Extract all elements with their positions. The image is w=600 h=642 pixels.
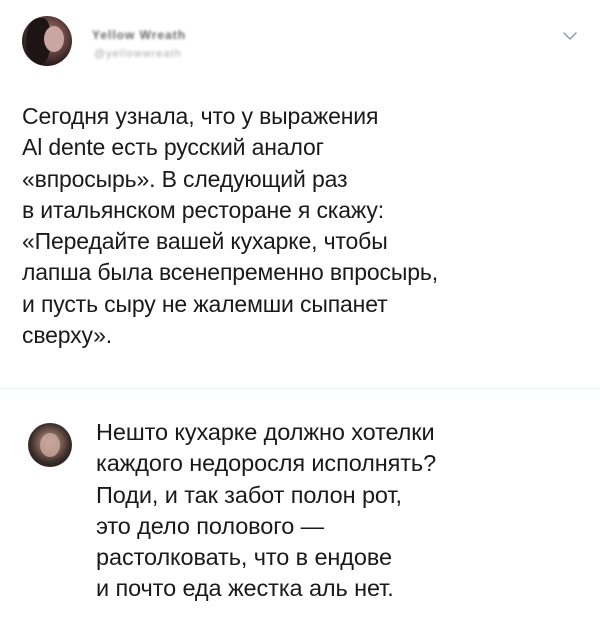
- tweet-text-line: «впросырь». В следующий раз: [22, 165, 348, 192]
- tweet-text-line: Сегодня узнала, что у выражения: [22, 103, 379, 129]
- divider: [0, 388, 600, 389]
- tweet-text-line: сверху».: [22, 322, 113, 349]
- reply-text-line: и почто еда жестка аль нет.: [96, 575, 394, 602]
- author-avatar[interactable]: [22, 16, 72, 66]
- tweet-text: Сегодня узнала, что у выражения Al dente…: [22, 101, 582, 351]
- tweet-text-line: лапша была всенепременно впросырь,: [22, 259, 438, 286]
- reply-text-line: Нешто кухарке должно хотелки: [96, 419, 435, 445]
- tweet-text-line: в итальянском ресторане я скажу:: [22, 196, 384, 223]
- reply-text: Нешто кухарке должно хотелки каждого нед…: [96, 417, 596, 605]
- tweet-header: Yellow Wreath @yellowwreath: [22, 16, 578, 78]
- reply-author-avatar[interactable]: [28, 423, 72, 467]
- tweet-text-line: и пусть сыру не жалемши сыпанет: [22, 290, 388, 317]
- reply-text-line: каждого недоросля исполнять?: [96, 450, 437, 477]
- tweet-text-line: Al dente есть русский аналог: [22, 134, 324, 161]
- chevron-down-icon[interactable]: [562, 30, 578, 42]
- author-handle: @yellowwreath: [94, 48, 182, 60]
- reply-text-line: растолковать, что в ендове: [96, 544, 392, 571]
- tweet-text-line: «Передайте вашей кухарке, чтобы: [22, 228, 388, 255]
- reply-text-line: Поди, и так забот полон рот,: [96, 481, 402, 508]
- author-name[interactable]: Yellow Wreath: [92, 28, 186, 42]
- reply-text-line: это дело полового —: [96, 512, 325, 539]
